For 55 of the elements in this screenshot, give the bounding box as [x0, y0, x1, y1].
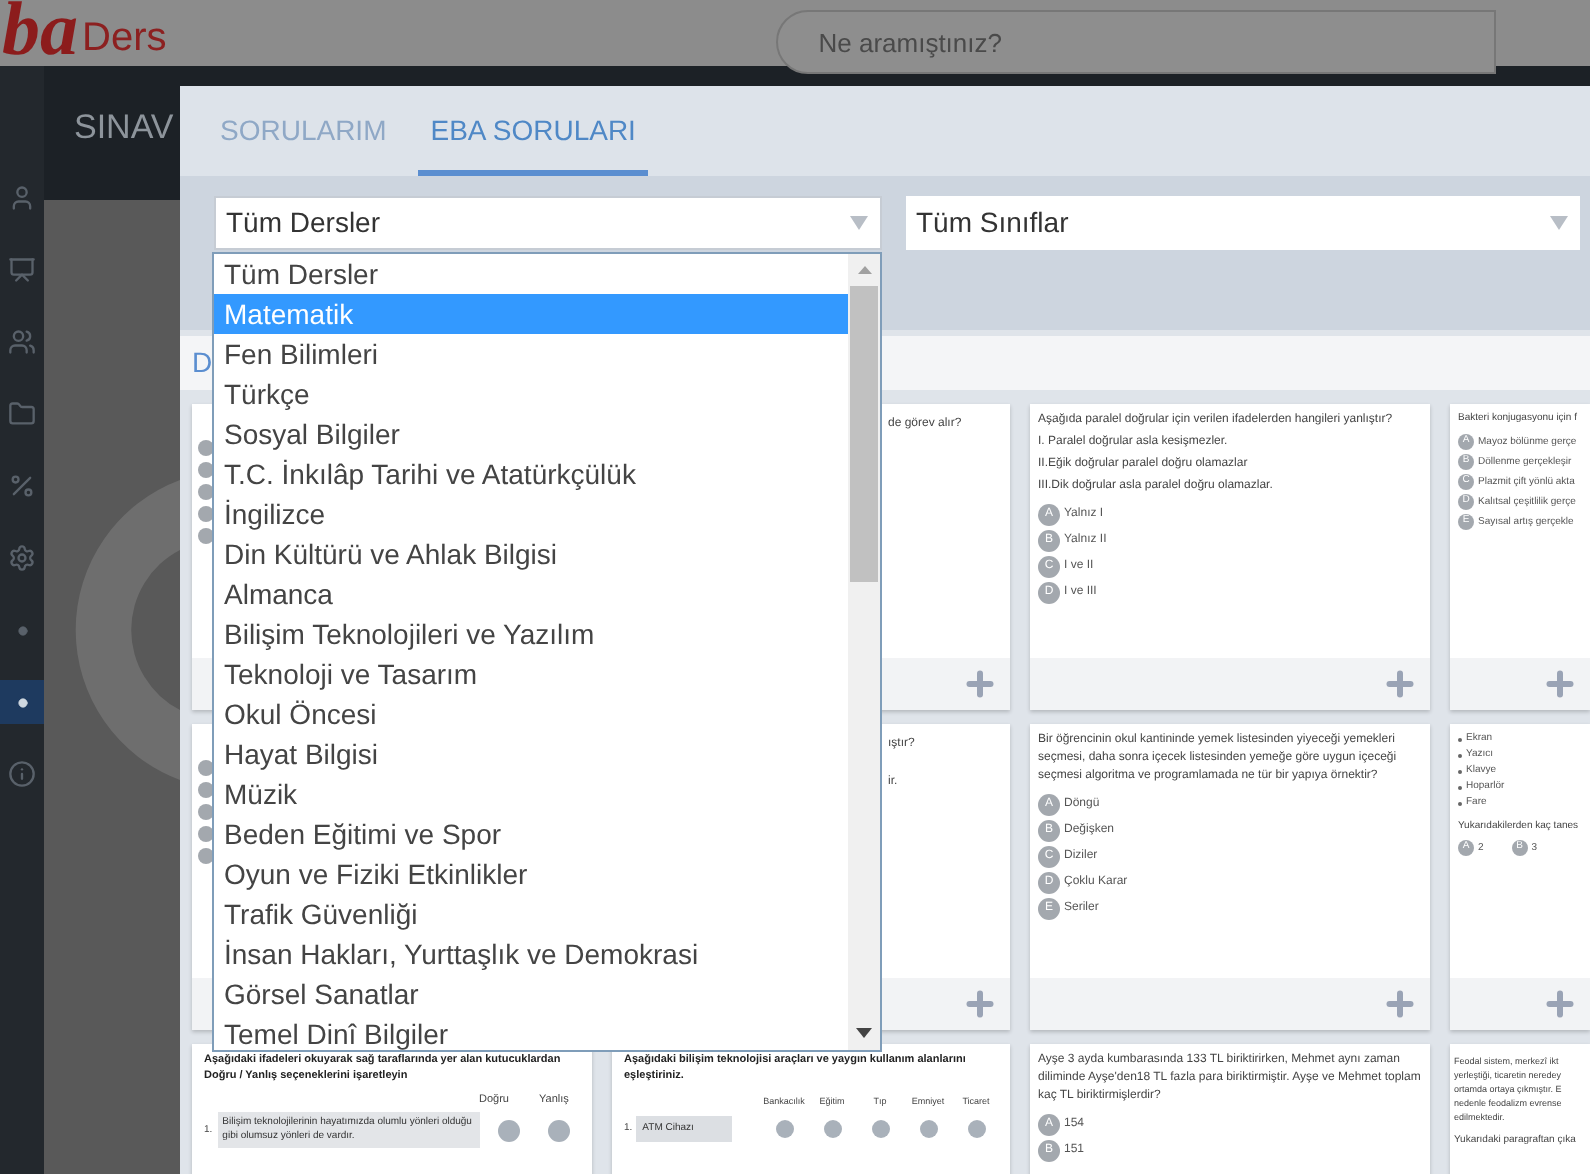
sidebar-item[interactable]	[0, 680, 44, 724]
select-field[interactable]: Tüm Dersler	[214, 196, 882, 250]
scroll-up-icon[interactable]	[857, 266, 871, 274]
dropdown-option[interactable]: Müzik	[214, 774, 848, 814]
answer-radio[interactable]	[967, 1119, 985, 1138]
group-icon	[8, 328, 36, 356]
percent-icon	[8, 472, 36, 500]
add-icon[interactable]	[1382, 666, 1418, 702]
dropdown-option[interactable]: Sosyal Bilgiler	[214, 414, 848, 454]
page-title: SINAV	[74, 108, 174, 146]
select-field[interactable]: Tüm Sınıflar	[906, 196, 1580, 250]
answer-radio[interactable]	[919, 1119, 937, 1138]
dropdown-option[interactable]: Din Kültürü ve Ahlak Bilgisi	[214, 534, 848, 574]
add-icon[interactable]	[1542, 986, 1578, 1022]
answer-radio[interactable]	[871, 1119, 889, 1138]
logo-text: Ders	[82, 16, 167, 60]
dropdown-option[interactable]: İngilizce	[214, 494, 848, 534]
add-icon[interactable]	[962, 986, 998, 1022]
dropdown-option[interactable]: Okul Öncesi	[214, 694, 848, 734]
dropdown-option[interactable]: Almanca	[214, 574, 848, 614]
dropdown-option[interactable]: Bilişim Teknolojileri ve Yazılım	[214, 614, 848, 654]
select-value: Tüm Sınıflar	[916, 204, 1069, 242]
presentation-icon	[8, 256, 36, 284]
dot-icon	[17, 697, 27, 707]
dropdown-option[interactable]: Hayat Bilgisi	[214, 734, 848, 774]
answer-radio[interactable]	[497, 1119, 519, 1142]
search-field[interactable]: Ne aramıştınız?	[776, 10, 1497, 74]
dot-icon	[17, 625, 27, 635]
answer-radio[interactable]	[823, 1119, 841, 1138]
dropdown-option[interactable]: Trafik Güvenliği	[214, 894, 848, 934]
select-value: Tüm Dersler	[226, 204, 381, 242]
question-card[interactable]	[1030, 724, 1430, 1030]
scrollbar[interactable]	[848, 254, 880, 1050]
caret-icon	[1550, 216, 1568, 230]
folder-icon	[8, 400, 36, 428]
dropdown-option[interactable]: Fen Bilimleri	[214, 334, 848, 374]
caret-icon	[850, 216, 868, 230]
dropdown-option[interactable]: Oyun ve Fiziki Etkinlikler	[214, 854, 848, 894]
section-label: D	[192, 344, 213, 382]
dropdown-option[interactable]: Tüm Dersler	[214, 254, 848, 294]
scrollbar-thumb[interactable]	[850, 286, 878, 582]
dropdown-option[interactable]: Türkçe	[214, 374, 848, 414]
info-icon	[8, 760, 36, 788]
add-icon[interactable]	[962, 666, 998, 702]
add-icon[interactable]	[1542, 666, 1578, 702]
gears-icon	[8, 544, 36, 572]
user-icon	[8, 184, 36, 212]
answer-radio[interactable]	[547, 1119, 569, 1142]
dropdown-option[interactable]: Teknoloji ve Tasarım	[214, 654, 848, 694]
answer-radio[interactable]	[775, 1119, 793, 1138]
dropdown-option[interactable]: T.C. İnkılâp Tarihi ve Atatürkçülük	[214, 454, 848, 494]
dropdown-option[interactable]: Görsel Sanatlar	[214, 974, 848, 1014]
dropdown-option[interactable]: Beden Eğitimi ve Spor	[214, 814, 848, 854]
dropdown-option[interactable]: İnsan Hakları, Yurttaşlık ve Demokrasi	[214, 934, 848, 974]
add-icon[interactable]	[1382, 986, 1418, 1022]
